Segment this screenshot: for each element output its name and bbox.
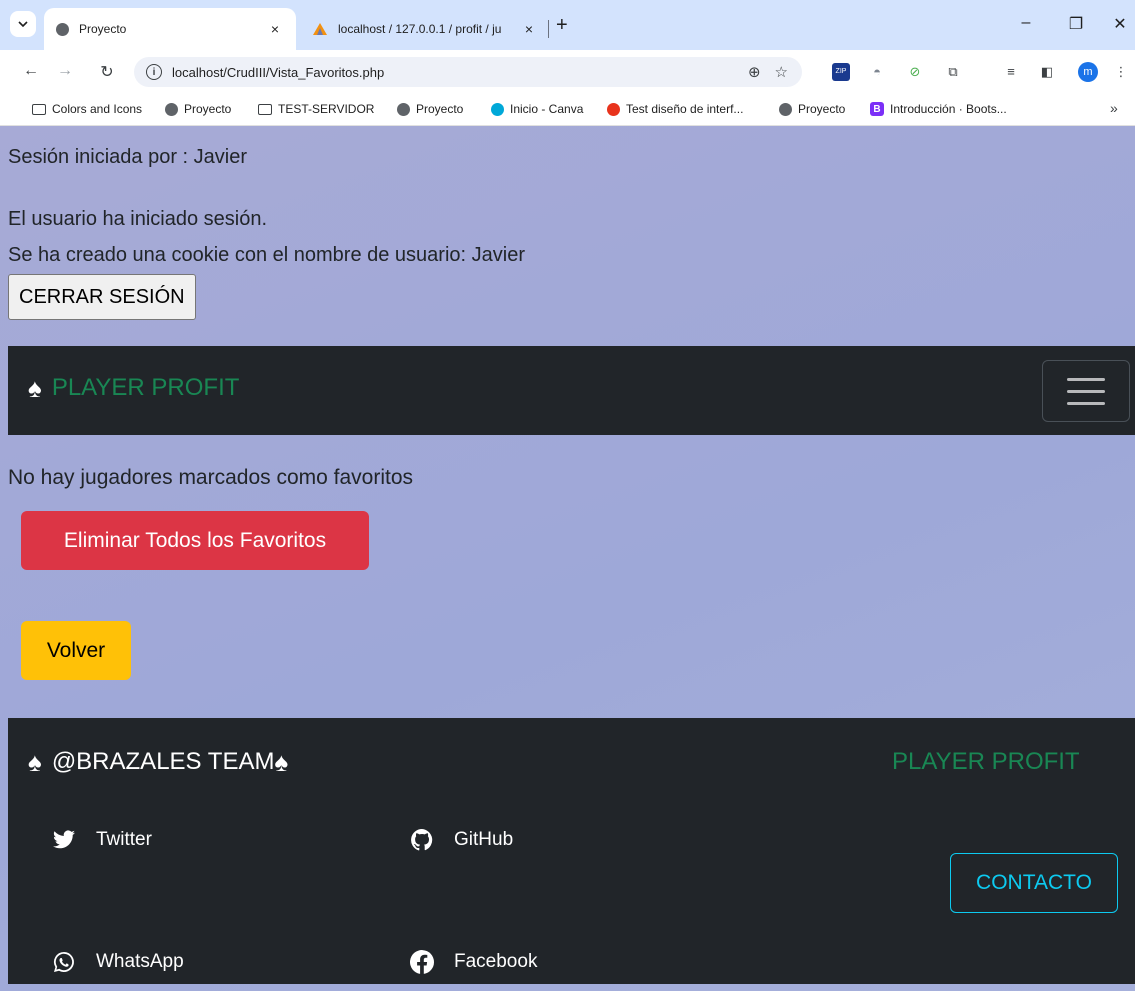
zip-extension-icon[interactable]: ZIP [832, 63, 850, 81]
zoom-icon[interactable]: ⊕ [748, 63, 761, 81]
delete-all-favorites-button[interactable]: Eliminar Todos los Favoritos [21, 511, 369, 570]
navbar-brand[interactable]: ♠ PLAYER PROFIT [28, 374, 239, 402]
whatsapp-icon [54, 952, 74, 972]
back-button[interactable]: Volver [21, 621, 131, 680]
chevron-down-icon [18, 21, 28, 28]
kebab-menu-icon[interactable]: ⋮ [1112, 63, 1130, 81]
logout-button[interactable]: CERRAR SESIÓN [8, 274, 196, 320]
side-panel-icon[interactable]: ◧ [1038, 63, 1056, 81]
bookmark-proyecto[interactable]: Proyecto [778, 102, 845, 116]
reload-icon[interactable]: ↻ [98, 62, 116, 82]
bookmarks-bar: Colors and Icons Proyecto TEST-SERVIDOR … [0, 94, 1135, 126]
folder-icon [258, 103, 272, 115]
restore-icon[interactable]: ❐ [1066, 14, 1086, 34]
globe-icon [164, 102, 178, 116]
hamburger-icon [1067, 389, 1105, 393]
facebook-icon [410, 950, 434, 974]
close-window-icon[interactable]: ✕ [1110, 14, 1130, 34]
new-tab-button[interactable]: + [556, 14, 568, 37]
profile-avatar[interactable]: m [1078, 62, 1098, 82]
team-name: @BRAZALES TEAM [51, 748, 275, 775]
facebook-label: Facebook [454, 951, 538, 972]
tab-proyecto[interactable]: Proyecto × [44, 8, 296, 50]
session-logged-in-text: El usuario ha iniciado sesión. [8, 208, 268, 230]
whatsapp-link[interactable]: WhatsApp [52, 950, 184, 974]
cat-extension-icon[interactable]: ◓ [868, 63, 886, 81]
github-icon [411, 829, 433, 851]
tab-label: Proyecto [79, 22, 127, 36]
github-link[interactable]: GitHub [410, 828, 513, 852]
address-bar[interactable]: i localhost/CrudIII/Vista_Favoritos.php … [134, 57, 802, 87]
folder-icon [32, 103, 46, 115]
spade-icon: ♠ [28, 373, 42, 403]
tab-separator [548, 20, 549, 38]
hamburger-icon [1067, 377, 1105, 381]
bookmark-label: TEST-SERVIDOR [278, 102, 375, 116]
session-started-text: Sesión iniciada por : Javier [8, 146, 248, 168]
bookmark-label: Proyecto [184, 102, 232, 116]
brand-text: PLAYER PROFIT [51, 374, 240, 401]
close-icon[interactable]: × [520, 21, 538, 37]
site-info-icon[interactable]: i [146, 64, 162, 80]
facebook-link[interactable]: Facebook [410, 950, 537, 974]
footer-team-title: ♠ @BRAZALES TEAM ♠ [28, 748, 288, 776]
star-icon[interactable]: ☆ [775, 63, 788, 81]
bookmark-label: Introducción · Boots... [890, 102, 1007, 116]
bookmark-label: Proyecto [798, 102, 846, 116]
tab-phpmyadmin[interactable]: localhost / 127.0.0.1 / profit / ju × [300, 8, 550, 50]
twitter-icon [53, 830, 75, 849]
spade-icon: ♠ [274, 747, 289, 777]
page-footer: ♠ @BRAZALES TEAM ♠ PLAYER PROFIT Twitter… [8, 718, 1135, 984]
figma-icon [606, 102, 620, 116]
hamburger-icon [1067, 401, 1105, 405]
navbar-toggler-button[interactable] [1042, 360, 1130, 422]
canva-icon [490, 102, 504, 116]
github-label: GitHub [454, 829, 514, 850]
browser-tab-strip: Proyecto × localhost / 127.0.0.1 / profi… [0, 0, 1135, 50]
bookmark-canva[interactable]: Inicio - Canva [490, 102, 583, 116]
spade-icon: ♠ [28, 747, 42, 777]
bookmark-proyecto[interactable]: Proyecto [164, 102, 231, 116]
back-arrow-icon[interactable]: ← [22, 62, 40, 80]
bookmarks-overflow-icon[interactable]: » [1110, 100, 1118, 116]
twitter-label: Twitter [96, 829, 152, 850]
bookmark-label: Test diseño de interf... [626, 102, 744, 116]
close-icon[interactable]: × [266, 21, 284, 37]
bookmark-label: Colors and Icons [52, 102, 143, 116]
tab-label: localhost / 127.0.0.1 / profit / ju [338, 22, 502, 36]
leaf-extension-icon[interactable]: ⊘ [906, 63, 924, 81]
puzzle-icon[interactable]: ⧉ [944, 63, 962, 81]
bootstrap-icon: B [870, 102, 884, 116]
globe-icon [396, 102, 410, 116]
bookmark-colors-and-icons[interactable]: Colors and Icons [32, 102, 142, 116]
session-cookie-text: Se ha creado una cookie con el nombre de… [8, 244, 525, 266]
browser-toolbar: ← → ↻ i localhost/CrudIII/Vista_Favorito… [0, 50, 1135, 94]
phpmyadmin-icon [313, 23, 327, 35]
globe-icon [778, 102, 792, 116]
forward-arrow-icon[interactable]: → [56, 62, 74, 80]
empty-favorites-message: No hay jugadores marcados como favoritos [8, 466, 414, 489]
bookmark-proyecto[interactable]: Proyecto [396, 102, 463, 116]
footer-brand: PLAYER PROFIT [892, 748, 1080, 775]
bookmark-label: Inicio - Canva [510, 102, 584, 116]
minimize-icon[interactable]: – [1016, 14, 1036, 32]
url-text[interactable]: localhost/CrudIII/Vista_Favoritos.php [172, 65, 748, 80]
tab-search-button[interactable] [10, 11, 36, 37]
reading-list-icon[interactable]: ≡ [1002, 63, 1020, 81]
bookmark-label: Proyecto [416, 102, 464, 116]
top-navbar: ♠ PLAYER PROFIT [8, 346, 1135, 435]
page-viewport: Sesión iniciada por : Javier El usuario … [0, 126, 1135, 991]
contact-button[interactable]: CONTACTO [950, 853, 1118, 913]
twitter-link[interactable]: Twitter [52, 828, 152, 852]
bookmark-bootstrap[interactable]: B Introducción · Boots... [870, 102, 1007, 116]
globe-icon [56, 22, 69, 36]
bookmark-test-servidor[interactable]: TEST-SERVIDOR [258, 102, 374, 116]
bookmark-test-diseno[interactable]: Test diseño de interf... [606, 102, 743, 116]
whatsapp-label: WhatsApp [96, 951, 184, 972]
